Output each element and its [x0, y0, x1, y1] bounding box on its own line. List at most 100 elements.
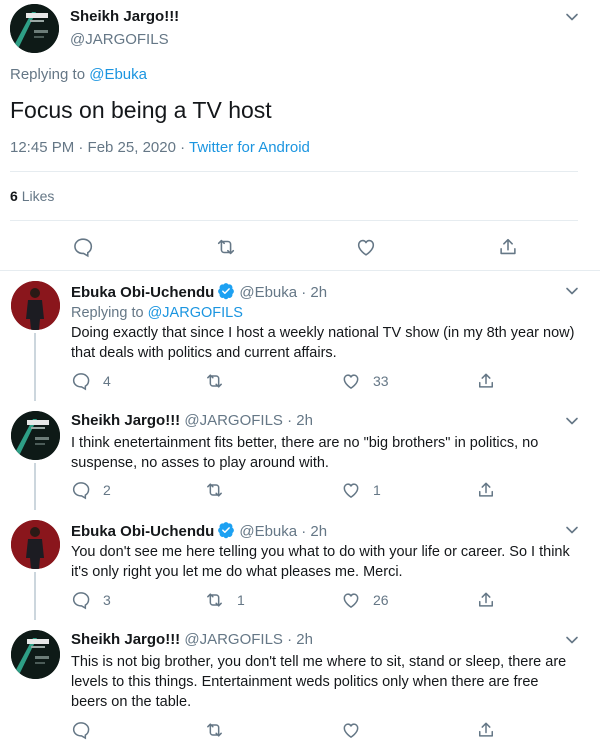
author-name[interactable]: Ebuka Obi-Uchendu [71, 284, 214, 301]
tweet-meta: 12:45 PM · Feb 25, 2020 · Twitter for An… [10, 139, 310, 156]
mention-link[interactable]: @Ebuka [89, 66, 147, 83]
retweet-button[interactable] [204, 480, 237, 500]
share-icon [479, 482, 493, 497]
author-name[interactable]: Ebuka Obi-Uchendu [71, 523, 214, 540]
verified-badge-icon [218, 522, 235, 539]
avatar[interactable] [11, 520, 60, 569]
tweet-text: You don't see me here telling you what t… [71, 544, 570, 580]
replying-prefix: Replying to [10, 66, 86, 83]
like-button[interactable]: 33 [341, 371, 389, 391]
reply-icon [72, 722, 90, 740]
tweet-header: Ebuka Obi-Uchendu @Ebuka · 2h [71, 282, 327, 301]
profile-picture-icon [11, 411, 60, 460]
chevron-down-icon[interactable] [564, 9, 580, 25]
verified-badge-icon [218, 283, 235, 300]
retweet-count: 1 [237, 592, 245, 608]
replying-to: Replying to @Ebuka [10, 66, 147, 83]
reply-icon [72, 592, 90, 610]
avatar[interactable] [11, 630, 60, 679]
like-button[interactable]: 26 [341, 590, 389, 610]
retweet-icon [207, 723, 222, 737]
reply-button[interactable] [71, 720, 103, 740]
likes-label: Likes [21, 188, 55, 204]
author-name[interactable]: Sheikh Jargo!!! [71, 631, 180, 648]
reply-count: 3 [103, 592, 111, 608]
like-button[interactable]: 1 [341, 480, 381, 500]
reply-icon [72, 482, 90, 500]
like-count: 33 [373, 373, 389, 389]
author-handle[interactable]: @JARGOFILS [70, 31, 169, 48]
tweet-text: Focus on being a TV host [10, 97, 272, 123]
replying-prefix: Replying to [71, 305, 144, 321]
retweet-button[interactable] [204, 371, 237, 391]
author-handle-time[interactable]: @JARGOFILS · 2h [184, 631, 313, 648]
timestamp[interactable]: 12:45 PM · Feb 25, 2020 · [10, 139, 185, 156]
tweet-header: Ebuka Obi-Uchendu @Ebuka · 2h [71, 521, 327, 540]
reply-tweet[interactable]: Sheikh Jargo!!! @JARGOFILS · 2h This is … [0, 620, 600, 756]
replying-to: Replying to @JARGOFILS [71, 303, 576, 323]
source-link[interactable]: Twitter for Android [189, 139, 310, 156]
chevron-down-icon[interactable] [564, 413, 580, 429]
reply-tweet[interactable]: Sheikh Jargo!!! @JARGOFILS · 2h I think … [0, 401, 600, 510]
thread-line [34, 463, 36, 510]
reply-button[interactable]: 2 [71, 480, 111, 500]
share-icon [479, 373, 493, 388]
thread-line [34, 333, 36, 401]
tweet-text: This is not big brother, you don't tell … [71, 654, 567, 710]
reply-count: 2 [103, 482, 111, 498]
author-name[interactable]: Sheikh Jargo!!! [71, 412, 180, 429]
tweet-text: I think enetertainment fits better, ther… [71, 435, 539, 471]
author-handle-time[interactable]: @JARGOFILS · 2h [184, 412, 313, 429]
reply-count: 4 [103, 373, 111, 389]
author-handle-time[interactable]: @Ebuka · 2h [239, 523, 327, 540]
reply-tweet[interactable]: Ebuka Obi-Uchendu @Ebuka · 2h You don't s… [0, 510, 600, 620]
chevron-down-icon[interactable] [564, 632, 580, 648]
like-icon [343, 483, 359, 498]
like-icon [343, 374, 359, 389]
share-icon[interactable] [497, 236, 519, 258]
retweet-button[interactable] [204, 720, 237, 740]
reply-icon [72, 373, 90, 391]
thread-line [34, 572, 36, 620]
avatar[interactable] [11, 411, 60, 460]
reply-button[interactable]: 3 [71, 590, 111, 610]
share-button[interactable] [476, 720, 496, 740]
profile-picture-icon [11, 281, 60, 330]
likes-count-link[interactable]: 6 Likes [10, 188, 54, 204]
tweet-header: Sheikh Jargo!!! @JARGOFILS · 2h [71, 412, 313, 429]
profile-picture-icon [10, 4, 59, 53]
share-icon [479, 722, 493, 737]
likes-count: 6 [10, 188, 18, 204]
like-icon [343, 593, 359, 608]
chevron-down-icon[interactable] [564, 283, 580, 299]
retweet-icon [207, 374, 222, 388]
retweet-icon [207, 483, 222, 497]
avatar[interactable] [11, 281, 60, 330]
share-button[interactable] [476, 371, 496, 391]
author-handle-time[interactable]: @Ebuka · 2h [239, 284, 327, 301]
like-count: 26 [373, 592, 389, 608]
mention-link[interactable]: @JARGOFILS [148, 305, 243, 321]
retweet-icon[interactable] [214, 236, 238, 258]
chevron-down-icon[interactable] [564, 522, 580, 538]
like-icon[interactable] [355, 236, 377, 258]
share-icon [479, 592, 493, 607]
focused-tweet: Sheikh Jargo!!! @JARGOFILS Replying to @… [0, 0, 600, 270]
retweet-icon [207, 593, 222, 607]
reply-button[interactable]: 4 [71, 371, 111, 391]
author-name[interactable]: Sheikh Jargo!!! [70, 8, 179, 25]
share-button[interactable] [476, 480, 496, 500]
avatar[interactable] [10, 4, 59, 53]
divider [10, 220, 578, 221]
tweet-text: Doing exactly that since I host a weekly… [71, 325, 575, 361]
tweet-header: Sheikh Jargo!!! @JARGOFILS · 2h [71, 631, 313, 648]
profile-picture-icon [11, 520, 60, 569]
share-button[interactable] [476, 590, 496, 610]
retweet-button[interactable]: 1 [204, 590, 245, 610]
reply-tweet[interactable]: Ebuka Obi-Uchendu @Ebuka · 2h Replying to… [0, 271, 600, 401]
like-button[interactable] [341, 720, 373, 740]
like-count: 1 [373, 482, 381, 498]
like-icon [343, 723, 359, 738]
profile-picture-icon [11, 630, 60, 679]
reply-icon[interactable] [72, 236, 94, 258]
